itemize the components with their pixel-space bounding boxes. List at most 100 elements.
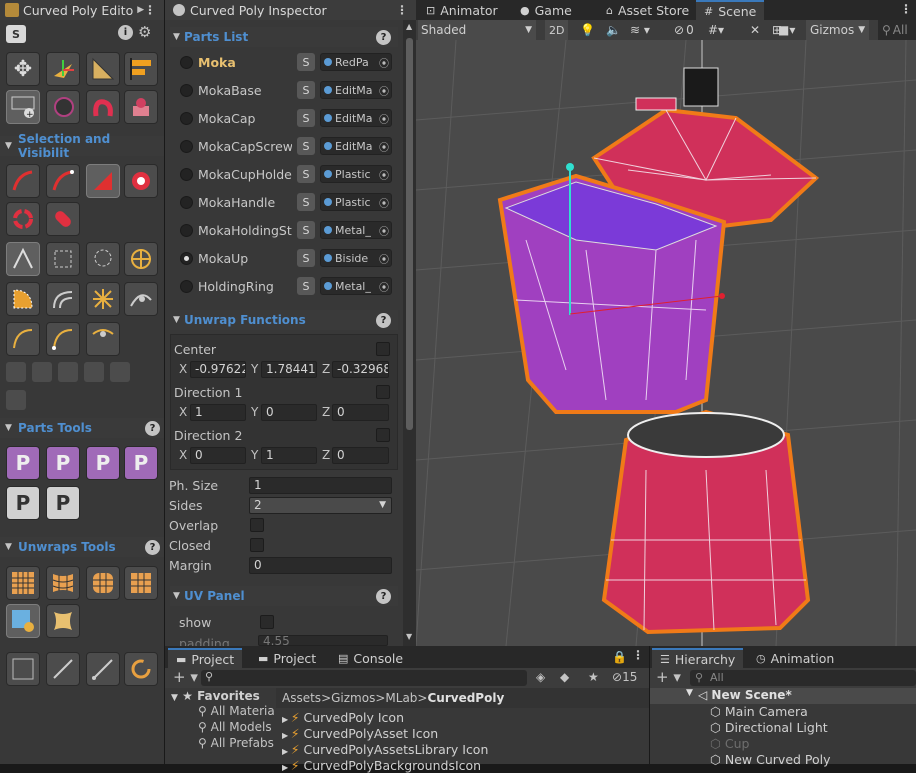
shading-dropdown[interactable]: Shaded ▼ — [418, 20, 536, 40]
corner-tool-icon[interactable] — [58, 362, 78, 382]
inspector-scrollbar[interactable]: ▲ ▼ — [403, 20, 416, 646]
settings-gear-icon[interactable]: ⚙ — [138, 23, 151, 41]
object-picker-icon[interactable]: ⦿ — [379, 139, 391, 154]
material-field[interactable]: EditMa ⦿ — [320, 109, 392, 127]
cross-select-tool-icon[interactable] — [124, 242, 158, 276]
unwraps-tools-section-header[interactable]: ▼ Unwraps Tools — [0, 537, 164, 557]
solo-button[interactable]: S — [297, 249, 315, 267]
part-radio[interactable] — [180, 84, 193, 97]
closed-checkbox[interactable] — [250, 538, 264, 552]
lasso-select-tool-icon[interactable] — [86, 242, 120, 276]
rect-select-tool-icon[interactable] — [46, 242, 80, 276]
breadcrumb-item[interactable]: Assets — [282, 691, 321, 705]
move-tool-icon[interactable]: ✥ — [6, 52, 40, 86]
margin-field[interactable]: 0 — [249, 557, 392, 574]
star-select-tool-icon[interactable] — [86, 282, 120, 316]
dotted-tool-icon[interactable] — [84, 362, 104, 382]
part-radio[interactable] — [180, 252, 193, 265]
object-picker-icon[interactable]: ⦿ — [379, 279, 391, 294]
part-radio[interactable] — [180, 56, 193, 69]
ph-size-field[interactable]: 1 — [249, 477, 392, 494]
inspector-tab[interactable]: Curved Poly Inspector ⋮ — [165, 0, 416, 20]
scene-tab-2[interactable]: ⌂ Asset Store — [598, 0, 697, 20]
project-tab-0[interactable]: ▬ Project — [168, 648, 243, 668]
lifebuoy-tool-icon[interactable] — [124, 164, 158, 198]
favorites-header[interactable]: ▼ ★ Favorites — [171, 689, 260, 703]
unwrap-functions-header[interactable]: ▼ Unwrap Functions — [170, 310, 398, 330]
solo-button[interactable]: S — [297, 109, 315, 127]
part-row[interactable]: MokaCapScrew S EditMa ⦿ — [170, 133, 398, 161]
asset-item[interactable]: ▶ ⚡ CurvedPolyBackgroundsIcon — [282, 758, 481, 773]
material-field[interactable]: RedPa ⦿ — [320, 53, 392, 71]
direction1-checkbox[interactable] — [376, 385, 390, 399]
padding-field[interactable]: 4.55 — [258, 635, 388, 646]
part-row[interactable]: MokaUp S Biside ⦿ — [170, 245, 398, 273]
curve-red-tool-icon[interactable] — [86, 90, 120, 124]
add-part-icon[interactable]: P — [6, 446, 40, 480]
direction2-z-field[interactable]: 0 — [332, 447, 389, 464]
direction1-y-field[interactable]: 0 — [261, 404, 317, 421]
part-radio[interactable] — [180, 224, 193, 237]
arcs-tool-icon[interactable] — [46, 282, 80, 316]
curve-select2-tool-icon[interactable] — [46, 164, 80, 198]
material-field[interactable]: Biside ⦿ — [320, 249, 392, 267]
effects-icon[interactable]: ≋ ▾ — [630, 20, 650, 40]
solo-button[interactable]: S — [297, 165, 315, 183]
sphere-tool-icon[interactable] — [46, 90, 80, 124]
favorite-item[interactable]: ⚲ All Models — [198, 720, 274, 734]
info-icon[interactable]: i — [118, 25, 133, 40]
scene-menu-icon[interactable]: ⋮ — [900, 2, 912, 16]
part-row[interactable]: MokaHandle S Plastic ⦿ — [170, 189, 398, 217]
expand-arrow-icon[interactable]: ▶ — [282, 747, 291, 756]
hierarchy-item[interactable]: ⬡ Main Camera — [710, 704, 808, 719]
asset-item[interactable]: ▶ ⚡ CurvedPoly Icon — [282, 710, 404, 725]
hierarchy-search-input[interactable]: ⚲ All — [690, 670, 916, 686]
hierarchy-tab-1[interactable]: ◷ Animation — [748, 648, 842, 668]
unwrap-warp-icon[interactable] — [46, 566, 80, 600]
solo-button[interactable]: S — [297, 137, 315, 155]
curve-select-tool-icon[interactable] — [6, 164, 40, 198]
asset-item[interactable]: ▶ ⚡ CurvedPolyAssetsLibrary Icon — [282, 742, 488, 757]
part-radio[interactable] — [180, 280, 193, 293]
favorite-item[interactable]: ⚲ All Materia — [198, 704, 274, 718]
center-checkbox[interactable] — [376, 342, 390, 356]
parts-tools-help-icon[interactable]: ? — [145, 421, 160, 436]
object-picker-icon[interactable]: ⦿ — [379, 195, 391, 210]
breadcrumb-item[interactable]: CurvedPoly — [427, 691, 504, 705]
expand-arrow-icon[interactable]: ▶ — [282, 715, 291, 724]
part-radio[interactable] — [180, 140, 193, 153]
uv-line2-icon[interactable] — [86, 652, 120, 686]
asset-item[interactable]: ▶ ⚡ CurvedPolyAsset Icon — [282, 726, 438, 741]
object-picker-icon[interactable]: ⦿ — [379, 167, 391, 182]
part-row[interactable]: Moka S RedPa ⦿ — [170, 49, 398, 77]
hierarchy-tab-0[interactable]: ☰ Hierarchy — [652, 648, 744, 668]
parts-list-header[interactable]: ▼ Parts List — [170, 27, 398, 47]
scene-root-row[interactable]: ▼ ◁ New Scene* — [650, 688, 916, 704]
create-plus-icon[interactable]: + ▾ — [173, 668, 198, 686]
expand-arrow-icon[interactable]: ▶ — [282, 731, 291, 740]
arc-point-tool-icon[interactable] — [6, 322, 40, 356]
unwrap-grid-icon[interactable] — [6, 566, 40, 600]
direction2-y-field[interactable]: 1 — [261, 447, 317, 464]
bracket-tool-icon[interactable] — [6, 390, 26, 410]
filter-type-icon[interactable]: ◈ — [536, 670, 545, 684]
project-search-input[interactable]: ⚲ — [201, 670, 527, 686]
uv-rotate-icon[interactable] — [124, 652, 158, 686]
sides-dropdown[interactable]: 2 ▼ — [249, 497, 392, 514]
direction2-checkbox[interactable] — [376, 428, 390, 442]
scene-viewport[interactable] — [416, 40, 916, 646]
material-field[interactable]: EditMa ⦿ — [320, 137, 392, 155]
parts-list-help-icon[interactable]: ? — [376, 30, 391, 45]
selection-section-header[interactable]: ▼ Selection and Visibilit — [0, 132, 164, 160]
parts-tools-section-header[interactable]: ▼ Parts Tools — [0, 418, 164, 438]
center-z-field[interactable]: -0.32968 — [332, 361, 389, 378]
hierarchy-item[interactable]: ⬡ New Curved Poly — [710, 752, 831, 767]
solo-button[interactable]: S — [297, 53, 315, 71]
toggle-2d-button[interactable]: 2D — [545, 20, 569, 40]
add-part-tool-icon[interactable]: + — [6, 90, 40, 124]
lighting-icon[interactable]: 💡 — [580, 20, 595, 40]
hierarchy-create-icon[interactable]: + ▾ — [656, 668, 681, 686]
eye-tool-icon[interactable] — [124, 282, 158, 316]
rotate-part-icon[interactable]: P — [124, 446, 158, 480]
ruler-tool-icon[interactable] — [86, 52, 120, 86]
